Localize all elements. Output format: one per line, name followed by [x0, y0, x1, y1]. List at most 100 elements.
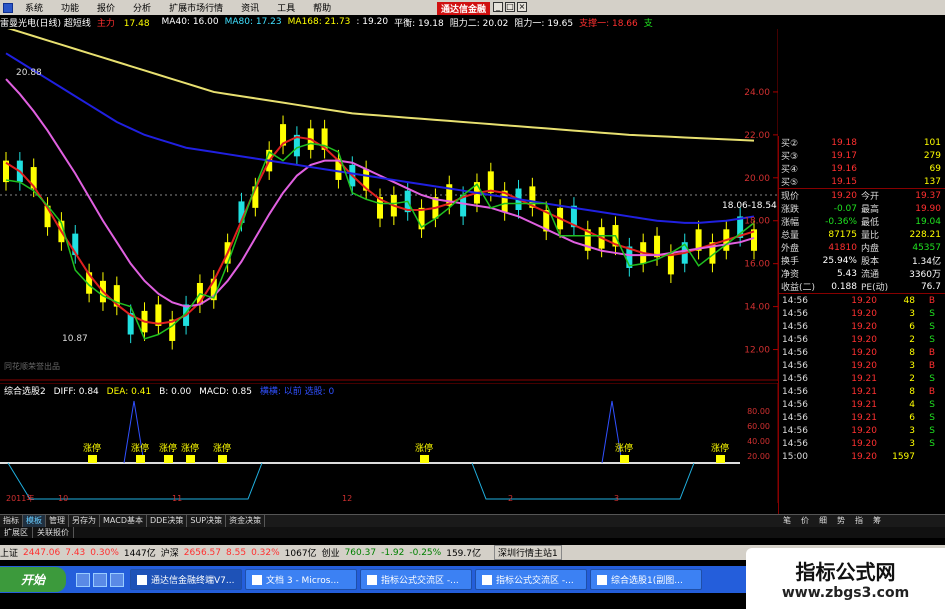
tab-macd[interactable]: MACD基本 — [100, 515, 147, 527]
buy-volume: 69 — [929, 163, 941, 174]
related-quote-button[interactable]: 关联报价 — [33, 527, 74, 538]
buy-label: 买② — [781, 139, 799, 149]
sub-tick-label: 40.00 — [747, 437, 770, 446]
close-icon[interactable]: × — [517, 2, 527, 12]
tick-price: 19.21 — [851, 399, 877, 410]
sh-value: 2447.06 — [23, 547, 61, 558]
menu-extended-market[interactable]: 扩展市场行情 — [160, 1, 232, 14]
zhicheng-end: 支 — [643, 18, 653, 29]
subchart-name: 综合选股2 — [4, 387, 46, 397]
sidetab-jia[interactable]: 价 — [796, 515, 814, 527]
tick-volume: 8 — [909, 347, 915, 358]
indicator-subchart[interactable]: 80.0060.0040.0020.00涨停 涨停 涨停 涨停 涨停 涨停 涨停 涨停2011… — [0, 383, 778, 503]
menu-analysis[interactable]: 分析 — [124, 1, 160, 14]
tick-row: 14:56 19.20 3 B — [779, 359, 945, 372]
quote-panel: 买② 19.18 101 买③ 19.17 279 买④ 19.16 69 买⑤ 19… — [778, 136, 945, 514]
hs-value: 2656.57 — [183, 547, 222, 558]
sidetab-xi[interactable]: 细 — [814, 515, 832, 527]
task-formula[interactable]: 综合选股1(副图... — [590, 569, 702, 590]
tick-time: 14:56 — [782, 412, 808, 423]
task-tdx-label: 通达信金融终端V7... — [151, 576, 235, 586]
tab-indicator[interactable]: 指标 — [0, 515, 23, 527]
tab-sup[interactable]: SUP决策 — [187, 515, 227, 527]
limit-up-label: 涨停 — [213, 442, 231, 454]
limit-up-bar — [136, 455, 145, 463]
quicklaunch-browser-icon[interactable] — [76, 572, 90, 587]
server-info[interactable]: 深圳行情主站1 — [493, 545, 562, 560]
quote-panel-tabs: 笔 价 细 势 指 筹 — [778, 514, 945, 527]
tab-fund[interactable]: 资金决策 — [226, 515, 266, 527]
stat-label: 涨幅 — [781, 218, 800, 228]
task-tdx[interactable]: 通达信金融终端V7... — [130, 569, 242, 590]
stat-label: 收益(二) — [781, 283, 816, 293]
site-watermark: 指标公式网 www.zbgs3.com — [746, 548, 945, 609]
menu-function[interactable]: 功能 — [52, 1, 88, 14]
tick-row: 14:56 19.20 3 S — [779, 424, 945, 437]
buy-volume: 101 — [923, 137, 941, 148]
tick-price: 19.21 — [851, 412, 877, 423]
tick-volume: 2 — [909, 373, 915, 384]
tab-save-as[interactable]: 另存为 — [69, 515, 100, 527]
tick-row: 14:56 19.20 2 S — [779, 333, 945, 346]
stat-label-2: 量比 — [861, 231, 880, 241]
tick-direction: S — [929, 438, 935, 449]
menu-system[interactable]: 系统 — [16, 1, 52, 14]
start-button[interactable]: 开始 — [0, 567, 66, 592]
stock-title: 雷曼光电(日线) 超短线 — [0, 18, 91, 29]
stat-label-2: 最低 — [861, 218, 880, 228]
tick-time: 14:56 — [782, 347, 808, 358]
extension-area-button[interactable]: 扩展区 — [0, 527, 33, 538]
kline-chart[interactable]: 24.00 22.00 20.00 18.00 16.00 14.00 12.00 20.88… — [0, 29, 778, 381]
buy-price: 19.18 — [831, 137, 857, 148]
hs-percent: 0.32% — [251, 547, 280, 558]
quicklaunch-media-icon[interactable] — [110, 572, 124, 587]
stat-value-2: 45357 — [912, 242, 941, 253]
stat-row: 净资 5.43 流通 3360万 — [779, 267, 945, 281]
sh-label: 上证 — [0, 549, 19, 559]
sidetab-zhi[interactable]: 指 — [850, 515, 868, 527]
menu-quote[interactable]: 报价 — [88, 1, 124, 14]
diff-value: DIFF: 0.84 — [53, 387, 99, 397]
tick-direction: B — [928, 295, 935, 306]
tab-manage[interactable]: 管理 — [46, 515, 69, 527]
tick-row: 14:56 19.21 6 S — [779, 411, 945, 424]
stat-value-2: 228.21 — [909, 229, 942, 240]
task-word[interactable]: 文档 3 - Micros... — [245, 569, 357, 590]
menu-news[interactable]: 资讯 — [232, 1, 268, 14]
stat-value-2: 76.7 — [920, 281, 941, 292]
x-tick-label: 2011年 — [6, 493, 34, 503]
chart-watermark: 同花顺荣誉出品 — [4, 361, 60, 371]
task-browser-2[interactable]: 指标公式交流区 -... — [475, 569, 587, 590]
menu-help[interactable]: 帮助 — [304, 1, 340, 14]
tick-volume: 8 — [909, 386, 915, 397]
browser-icon — [482, 574, 492, 585]
limit-up-bar — [186, 455, 195, 463]
tick-direction: S — [929, 308, 935, 319]
stat-value-2: 19.04 — [915, 216, 941, 227]
sidetab-chou[interactable]: 筹 — [868, 515, 886, 527]
task-browser-1[interactable]: 指标公式交流区 -... — [360, 569, 472, 590]
stat-label-2: 股本 — [861, 257, 880, 267]
stat-value-2: 1.34亿 — [911, 257, 941, 267]
tick-price: 19.21 — [851, 386, 877, 397]
maximize-icon[interactable]: □ — [505, 2, 515, 12]
limit-up-bar — [218, 455, 227, 463]
task-browser-1-label: 指标公式交流区 -... — [381, 576, 459, 586]
minimize-icon[interactable]: _ — [493, 2, 503, 12]
high-mark: 20.88 — [16, 68, 42, 78]
quicklaunch-desktop-icon[interactable] — [93, 572, 107, 587]
tick-volume: 1597 — [892, 451, 915, 462]
tick-direction: B — [928, 386, 935, 397]
x-tick-label: 3 — [614, 494, 619, 503]
limit-up-bar — [88, 455, 97, 463]
buy-row: 买③ 19.17 279 — [779, 149, 945, 163]
window-controls: _ □ × — [493, 2, 527, 12]
notepad-icon — [597, 574, 607, 585]
y-tick-label: 14.00 — [744, 303, 770, 313]
tab-template[interactable]: 模板 — [23, 515, 46, 527]
tab-dde[interactable]: DDE决策 — [147, 515, 188, 527]
menu-tools[interactable]: 工具 — [268, 1, 304, 14]
stat-value: 87175 — [828, 229, 857, 240]
sidetab-shi[interactable]: 势 — [832, 515, 850, 527]
sidetab-bi[interactable]: 笔 — [778, 515, 796, 527]
